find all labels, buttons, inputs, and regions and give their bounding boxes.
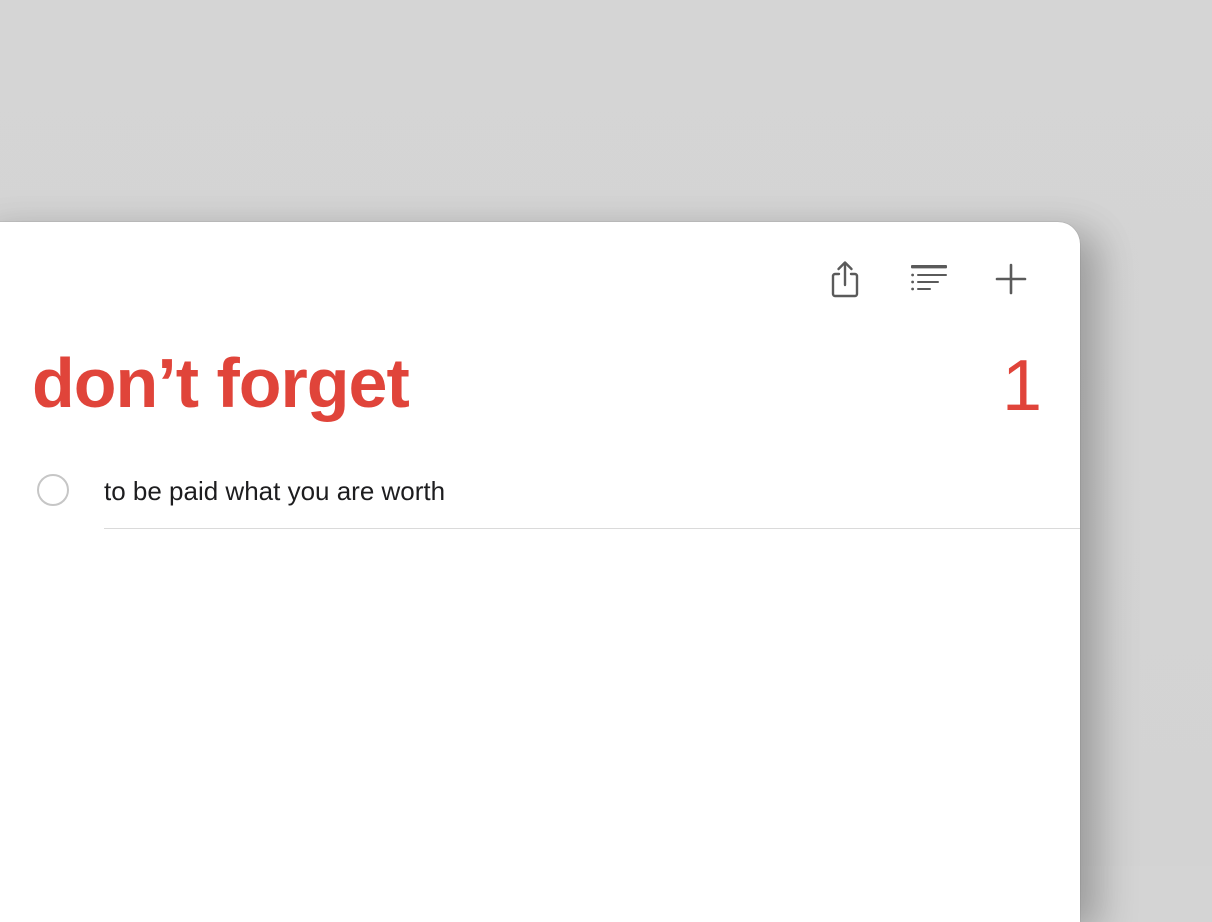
row-separator bbox=[104, 528, 1080, 529]
plus-icon bbox=[995, 263, 1027, 295]
list-view-icon bbox=[911, 265, 947, 291]
list-view-button[interactable] bbox=[907, 257, 951, 301]
reminder-count: 1 bbox=[1001, 346, 1042, 426]
reminder-checkbox[interactable] bbox=[37, 474, 69, 506]
add-reminder-button[interactable] bbox=[989, 257, 1033, 301]
reminders-window: don’t forget 1 to be paid what you are w… bbox=[0, 222, 1080, 922]
share-button[interactable] bbox=[823, 257, 867, 301]
reminder-title[interactable]: to be paid what you are worth bbox=[104, 476, 445, 506]
reminder-row: to be paid what you are worth bbox=[0, 472, 1080, 530]
share-icon bbox=[831, 261, 859, 298]
list-title: don’t forget bbox=[32, 344, 410, 422]
